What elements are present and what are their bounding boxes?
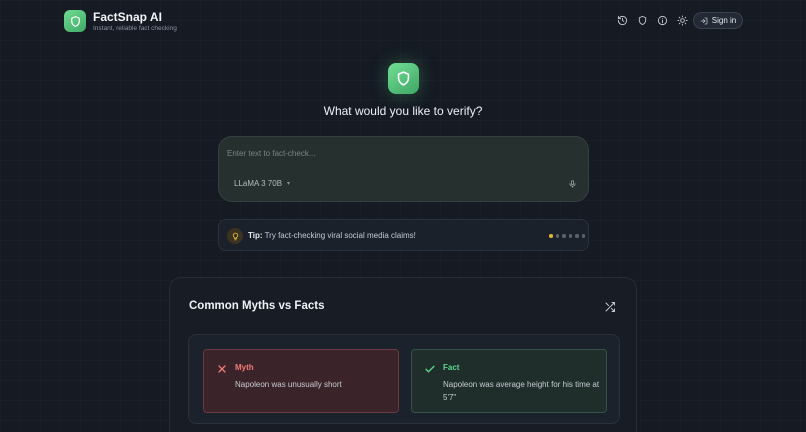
tip-text: Tip: Try fact-checking viral social medi… [248, 231, 416, 240]
fact-label: Fact [443, 363, 460, 372]
fact-check-input[interactable] [227, 145, 567, 161]
fact-text: Napoleon was average height for his time… [443, 380, 600, 402]
sun-icon[interactable] [676, 14, 688, 26]
model-selector[interactable]: LLaMA 3 70B ▾ [234, 179, 290, 188]
myth-fact-panel: Myth Napoleon was unusually short Fact N… [188, 334, 620, 424]
shield-logo-icon [70, 15, 80, 27]
tip-dot[interactable] [575, 234, 579, 238]
shield-hero-icon [397, 71, 410, 86]
tip-dot[interactable] [568, 234, 572, 238]
myths-vs-facts-card: Common Myths vs Facts Myth Napoleon was … [169, 277, 637, 432]
myth-label: Myth [235, 363, 254, 372]
tip-banner: Tip: Try fact-checking viral social medi… [218, 219, 589, 251]
fact-check-input-card: LLaMA 3 70B ▾ [218, 136, 589, 202]
myths-section-title: Common Myths vs Facts [189, 300, 325, 312]
app-tagline: Instant, reliable fact checking [93, 25, 177, 32]
info-icon[interactable] [656, 14, 668, 26]
app-logo[interactable] [64, 10, 86, 32]
model-selector-label: LLaMA 3 70B [234, 179, 283, 188]
tip-dot[interactable] [555, 234, 559, 238]
tip-dot[interactable] [549, 234, 553, 238]
chevron-down-icon: ▾ [287, 181, 291, 187]
shuffle-icon[interactable] [603, 300, 617, 314]
tip-message: Try fact-checking viral social media cla… [264, 231, 416, 240]
tip-dot[interactable] [562, 234, 566, 238]
app-name: FactSnap AI [93, 10, 162, 24]
check-icon [425, 365, 435, 373]
sign-in-button[interactable]: Sign in [693, 12, 743, 29]
hero-shield-badge [388, 63, 419, 94]
tip-pagination [549, 234, 585, 238]
tip-prefix: Tip: [248, 231, 263, 240]
app-header: FactSnap AI Instant, reliable fact check… [0, 0, 806, 42]
myth-box: Myth Napoleon was unusually short [203, 349, 399, 413]
history-icon[interactable] [616, 14, 628, 26]
microphone-icon[interactable] [566, 178, 578, 190]
shield-icon[interactable] [636, 14, 648, 26]
fact-box: Fact Napoleon was average height for his… [411, 349, 607, 413]
login-icon [700, 17, 708, 24]
tip-dot[interactable] [581, 234, 585, 238]
sign-in-label: Sign in [711, 16, 737, 25]
hero-title: What would you like to verify? [323, 104, 483, 118]
x-icon [218, 365, 226, 373]
lightbulb-icon [227, 228, 243, 244]
myth-text: Napoleon was unusually short [235, 380, 342, 389]
